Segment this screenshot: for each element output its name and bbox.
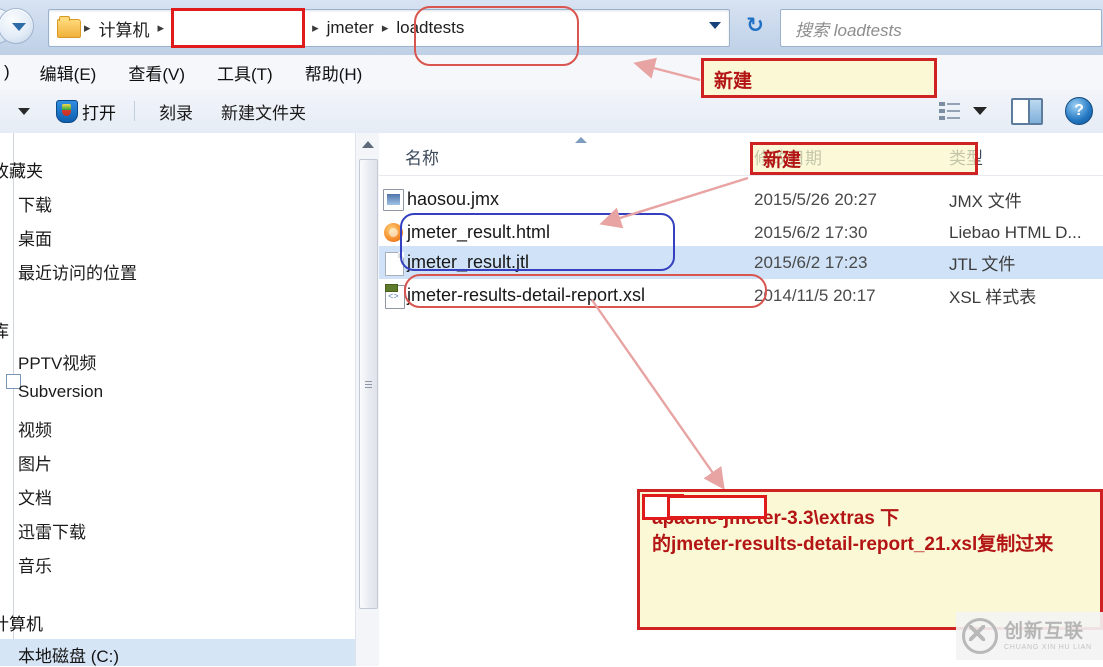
watermark: 创新互联 CHUANG XIN HU LIAN <box>956 612 1103 660</box>
annotation-copy-note-line2: 的jmeter-results-detail-report_21.xsl复制过来 <box>652 533 1054 555</box>
file-date: 2014/11/5 20:17 <box>754 285 876 305</box>
breadcrumb-separator: ▸ <box>312 20 319 35</box>
sidebar-item-computer[interactable]: 计算机 <box>0 610 43 635</box>
table-row[interactable]: jmeter-results-detail-report.xsl 2014/11… <box>379 279 1103 312</box>
menu-item-help[interactable]: 帮助(H) <box>289 60 379 85</box>
file-name[interactable]: jmeter_result.jtl <box>407 252 529 273</box>
sidebar-item-thunder-download[interactable]: 迅雷下载 <box>18 518 86 543</box>
sidebar-item-documents[interactable]: 文档 <box>18 484 52 509</box>
file-type: XSL 样式表 <box>949 288 1037 307</box>
file-date: 2015/6/2 17:30 <box>754 222 868 242</box>
navigation-pane: 收藏夹 下载 桌面 最近访问的位置 库 PPTV视频 Subversion 视频… <box>0 133 356 666</box>
scrollbar-thumb[interactable] <box>359 159 378 609</box>
breadcrumb-jmeter[interactable]: jmeter <box>322 13 379 43</box>
file-type: Liebao HTML D... <box>949 222 1082 242</box>
address-input[interactable]: ▸ 计算机 ▸ ▸ jmeter ▸ loadtests <box>48 8 730 48</box>
toolbar-new-folder-button[interactable]: 新建文件夹 <box>207 99 320 124</box>
table-row[interactable]: jmeter_result.jtl 2015/6/2 17:23 JTL 文件 <box>379 246 1103 279</box>
watermark-en: CHUANG XIN HU LIAN <box>1004 643 1092 651</box>
toolbar-open-button[interactable]: 打开 <box>78 99 124 124</box>
annotation-new-header: 新建 <box>750 142 978 175</box>
splitter-grip-icon <box>365 379 372 389</box>
sidebar-item-pptv-video[interactable]: PPTV视频 <box>18 349 96 374</box>
annotation-new-top: 新建 <box>701 58 937 98</box>
annotation-copy-note: apache-jmeter-3.3\extras 下的jmeter-result… <box>637 489 1103 630</box>
sidebar-item-desktop[interactable]: 桌面 <box>18 225 52 250</box>
annotation-new-header-text: 新建 <box>763 150 802 171</box>
blank-file-icon <box>383 252 404 276</box>
annotation-new-top-text: 新建 <box>714 71 753 92</box>
file-name[interactable]: jmeter-results-detail-report.xsl <box>407 285 645 306</box>
file-type: JTL 文件 <box>949 255 1016 274</box>
circle-x-logo-icon <box>962 618 998 654</box>
view-chevron-down-icon[interactable] <box>973 107 987 115</box>
file-name[interactable]: haosou.jmx <box>407 189 499 210</box>
address-chevron-down-icon[interactable] <box>709 22 721 29</box>
annotation-copy-note-line1: apache-jmeter-3.3\extras 下 <box>652 508 900 529</box>
sidebar-item-music[interactable]: 音乐 <box>18 552 52 577</box>
html-file-icon <box>383 222 404 244</box>
sidebar-item-subversion[interactable]: Subversion <box>18 382 103 402</box>
breadcrumb-computer[interactable]: 计算机 <box>94 13 155 43</box>
table-row[interactable]: haosou.jmx 2015/5/26 20:27 JMX 文件 <box>379 183 1103 216</box>
xsl-file-icon <box>383 284 405 309</box>
sidebar-item-recent-places[interactable]: 最近访问的位置 <box>18 259 137 284</box>
breadcrumb-redacted-segment[interactable] <box>171 8 306 48</box>
shield-icon <box>56 99 78 123</box>
sidebar-item-favorites[interactable]: 收藏夹 <box>0 157 43 182</box>
nav-pane-scrollbar[interactable] <box>355 133 380 666</box>
breadcrumb-separator: ▸ <box>84 20 91 35</box>
column-header-row: 名称 修改日期 类型 <box>379 133 1103 176</box>
sidebar-item-pictures[interactable]: 图片 <box>18 450 52 475</box>
table-row[interactable]: jmeter_result.html 2015/6/2 17:30 Liebao… <box>379 216 1103 249</box>
sidebar-item-local-disk-c[interactable]: 本地磁盘 (C:) <box>18 642 119 667</box>
file-date: 2015/6/2 17:23 <box>754 252 868 272</box>
menu-item-view[interactable]: 查看(V) <box>112 60 201 85</box>
sidebar-item-libraries[interactable]: 库 <box>0 317 9 342</box>
search-placeholder: 搜索 loadtests <box>795 20 902 40</box>
nav-tree-rail <box>13 133 14 666</box>
file-date: 2015/5/26 20:27 <box>754 189 877 209</box>
folder-icon <box>57 15 81 38</box>
address-bar: ▸ 计算机 ▸ ▸ jmeter ▸ loadtests ↻ 搜索 loadte… <box>0 0 1103 55</box>
preview-pane-icon[interactable] <box>1011 97 1043 125</box>
refresh-icon[interactable]: ↻ <box>742 13 768 39</box>
file-type: JMX 文件 <box>949 192 1022 211</box>
toolbar-divider <box>134 101 135 121</box>
sort-ascending-icon <box>575 137 587 143</box>
sidebar-item-videos[interactable]: 视频 <box>18 416 52 441</box>
toolbar: 打开 刻录 新建文件夹 ? <box>0 89 1103 134</box>
column-header-name[interactable]: 名称 <box>405 144 439 169</box>
organize-chevron-down-icon[interactable] <box>18 107 30 115</box>
menu-bar: ) 编辑(E) 查看(V) 工具(T) 帮助(H) <box>0 55 1103 89</box>
menu-item-file-clipped[interactable]: ) <box>0 62 24 82</box>
scroll-up-arrow-icon[interactable] <box>362 141 374 148</box>
toolbar-burn-button[interactable]: 刻录 <box>145 99 207 124</box>
menu-item-tools[interactable]: 工具(T) <box>201 60 289 85</box>
help-icon[interactable]: ? <box>1065 97 1093 125</box>
watermark-cn: 创新互联 <box>1004 620 1085 642</box>
view-list-icon[interactable] <box>939 101 961 121</box>
file-name[interactable]: jmeter_result.html <box>407 222 550 243</box>
recent-pages-chevron-down-icon[interactable] <box>12 23 26 31</box>
menu-item-edit[interactable]: 编辑(E) <box>24 60 113 85</box>
jmx-file-icon <box>383 189 404 211</box>
search-input[interactable]: 搜索 loadtests <box>780 9 1102 47</box>
explorer-window: ▸ 计算机 ▸ ▸ jmeter ▸ loadtests ↻ 搜索 loadte… <box>0 0 1103 666</box>
annotation-copy-note-text: apache-jmeter-3.3\extras 下的jmeter-result… <box>640 492 1100 567</box>
breadcrumb-separator: ▸ <box>381 20 389 35</box>
sidebar-item-downloads[interactable]: 下载 <box>18 191 52 216</box>
toolbar-right-group: ? <box>939 89 1097 133</box>
breadcrumb-separator: ▸ <box>157 20 165 35</box>
breadcrumb-loadtests[interactable]: loadtests <box>391 13 469 43</box>
watermark-text: 创新互联 CHUANG XIN HU LIAN <box>1004 622 1092 651</box>
navigation-buttons <box>0 6 42 46</box>
